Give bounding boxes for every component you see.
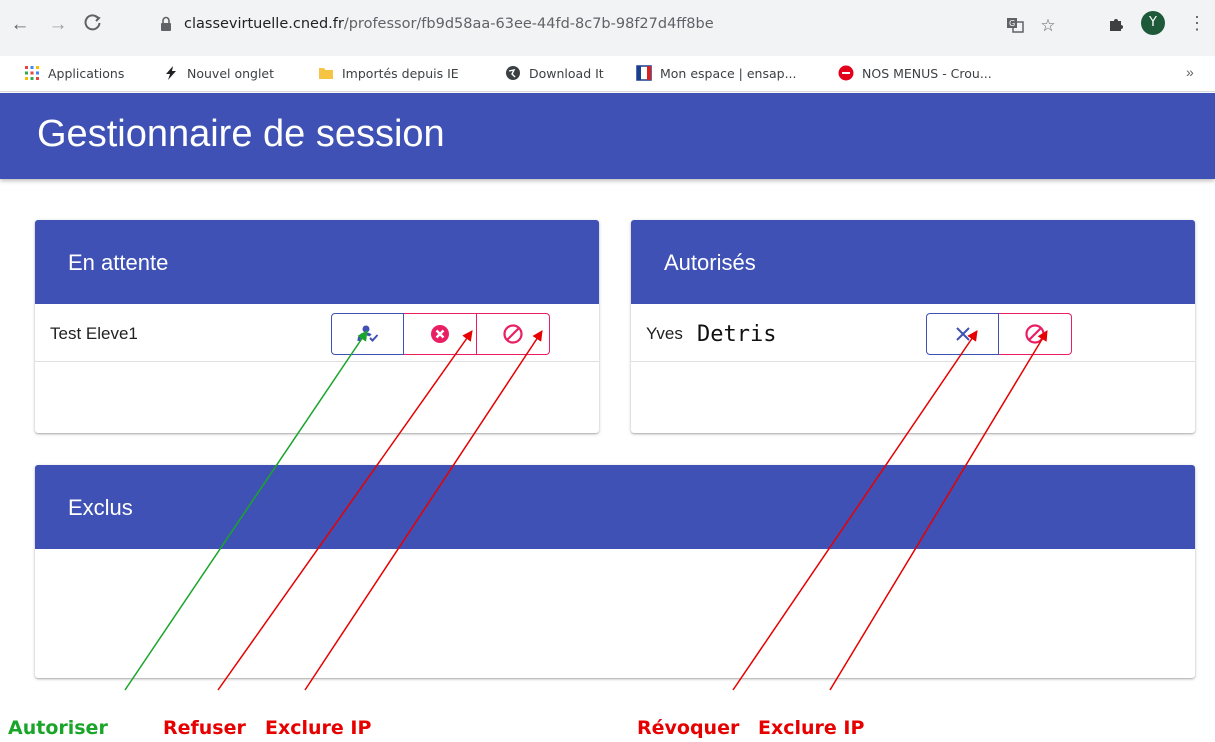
annotation-exclude-ip: Exclure IP bbox=[265, 717, 372, 739]
arrow-exclude-ip-1 bbox=[304, 330, 543, 691]
annotation-revoke: Révoquer bbox=[637, 717, 740, 739]
screen: ← → classevirtuelle.cned.fr/professor/fb… bbox=[0, 0, 1215, 742]
annotation-authorize: Autoriser bbox=[8, 717, 108, 739]
annotation-arrows bbox=[124, 330, 1048, 691]
arrow-exclude-ip-2 bbox=[829, 330, 1048, 691]
annotation-exclude-ip: Exclure IP bbox=[758, 717, 865, 739]
arrow-refuse bbox=[217, 330, 473, 691]
annotation-refuse: Refuser bbox=[163, 717, 246, 739]
arrow-authorize bbox=[124, 330, 368, 691]
arrow-revoke bbox=[732, 330, 978, 691]
